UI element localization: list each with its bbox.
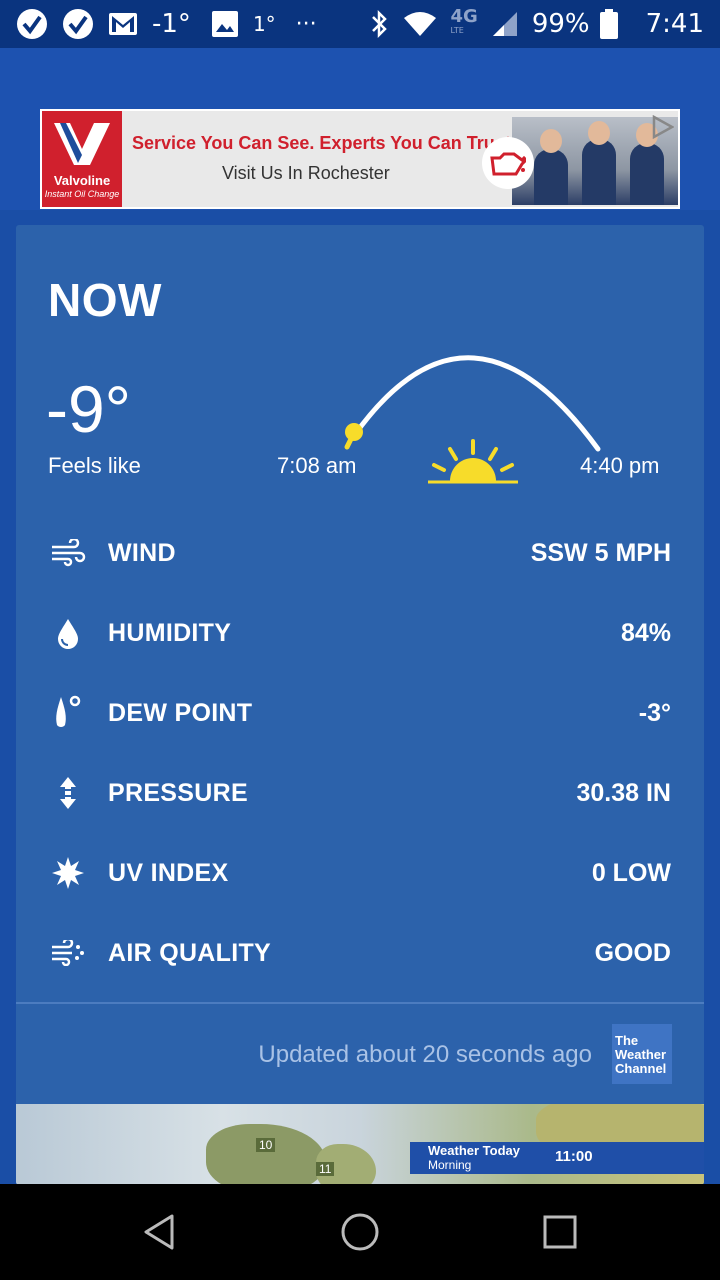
- air-quality-icon: [50, 935, 86, 971]
- check-circle-icon: [62, 8, 94, 40]
- sun-horizon-icon: [428, 439, 518, 484]
- humidity-drop-icon: [50, 615, 86, 651]
- detail-label: HUMIDITY: [108, 618, 232, 647]
- wind-icon: [50, 535, 86, 571]
- detail-label: PRESSURE: [108, 778, 248, 807]
- section-title: NOW: [48, 274, 162, 326]
- network-label: 4G: [450, 6, 478, 27]
- map-badge: 10: [256, 1138, 276, 1152]
- battery-percent: 99%: [531, 9, 590, 39]
- uv-sun-icon: [50, 855, 86, 891]
- home-icon[interactable]: [336, 1208, 384, 1256]
- map-badge: 11: [316, 1162, 335, 1176]
- detail-value: 0 LOW: [591, 858, 671, 887]
- detail-label: WIND: [108, 538, 176, 567]
- ad-brand-sub: Instant Oil Change: [44, 189, 120, 199]
- feels-like-label: Feels like: [48, 453, 141, 478]
- pressure-icon: [50, 775, 86, 811]
- detail-value: GOOD: [594, 938, 671, 967]
- status-temp-small: 1°: [252, 12, 276, 36]
- navigation-bar: [0, 1184, 720, 1280]
- status-left: -1° 1° ···: [16, 8, 337, 40]
- network-sublabel: LTE: [450, 26, 464, 35]
- ad-banner[interactable]: Valvoline Instant Oil Change Service You…: [40, 109, 680, 209]
- sunrise-time: 7:08 am: [277, 453, 357, 478]
- map-land: [206, 1124, 326, 1185]
- ad-headline: Service You Can See. Experts You Can Tru…: [132, 133, 516, 153]
- ad-choices-icon[interactable]: [650, 115, 674, 139]
- status-time: 7:41: [645, 9, 704, 39]
- sunset-time: 4:40 pm: [580, 453, 660, 478]
- divider: [16, 1002, 704, 1004]
- detail-label: UV INDEX: [108, 858, 229, 887]
- bluetooth-icon: [369, 9, 389, 39]
- details-list: WIND SSW 5 MPH HUMIDITY 84% DEW POINT -3…: [16, 513, 704, 993]
- detail-row-humidity: HUMIDITY 84%: [16, 593, 704, 673]
- more-notifications-icon: ···: [295, 11, 317, 37]
- cell-signal-icon: [492, 11, 518, 37]
- ad-person: [630, 143, 664, 205]
- detail-row-pressure: PRESSURE 30.38 IN: [16, 753, 704, 833]
- detail-value: -3°: [638, 698, 671, 727]
- valvoline-logo: Valvoline Instant Oil Change: [42, 111, 122, 207]
- detail-label: AIR QUALITY: [108, 938, 272, 967]
- ad-person-head: [588, 121, 610, 145]
- detail-value: SSW 5 MPH: [530, 538, 671, 567]
- logo-line: The: [615, 1033, 639, 1048]
- updated-timestamp: Updated about 20 seconds ago: [258, 1041, 592, 1068]
- detail-row-wind: WIND SSW 5 MPH: [16, 513, 704, 593]
- check-circle-icon: [16, 8, 48, 40]
- ad-brand: Valvoline: [53, 173, 111, 188]
- ad-person-head: [540, 129, 562, 153]
- detail-row-air-quality: AIR QUALITY GOOD: [16, 913, 704, 993]
- video-preview[interactable]: 10 11 Weather Today Morning 11:00: [16, 1104, 704, 1185]
- image-icon: [211, 10, 239, 38]
- ad-subline: Visit Us In Rochester: [222, 163, 390, 183]
- current-temperature: -9°: [46, 372, 132, 446]
- recent-apps-icon[interactable]: [536, 1208, 584, 1256]
- status-bar: -1° 1° ··· 4G LTE 99% 7:41: [0, 0, 720, 48]
- ad-person: [582, 139, 616, 205]
- status-temp: -1°: [152, 9, 191, 39]
- gmail-icon: [108, 12, 138, 36]
- detail-label: DEW POINT: [108, 698, 253, 727]
- detail-value: 84%: [620, 618, 671, 647]
- detail-value: 30.38 IN: [576, 778, 671, 807]
- valvoline-v-icon: [54, 123, 110, 165]
- video-caption-sub: Morning: [428, 1158, 472, 1172]
- detail-row-dew-point: DEW POINT -3°: [16, 673, 704, 753]
- wifi-icon: [403, 11, 437, 37]
- ad-person: [534, 149, 568, 205]
- status-right: 4G LTE 99% 7:41: [369, 6, 704, 39]
- video-caption-title: Weather Today: [428, 1143, 520, 1158]
- back-icon[interactable]: [136, 1208, 184, 1256]
- video-caption-time: 11:00: [555, 1148, 593, 1165]
- oil-can-icon: [482, 137, 534, 189]
- logo-line: Weather: [615, 1047, 667, 1062]
- network-type-icon: 4G LTE: [450, 6, 478, 38]
- battery-icon: [599, 9, 618, 39]
- dew-point-icon: [50, 695, 86, 731]
- detail-row-uv-index: UV INDEX 0 LOW: [16, 833, 704, 913]
- current-conditions-card: NOW -9° Feels like 7:08 am 4:40 pm WIND …: [16, 225, 704, 1185]
- weather-channel-logo[interactable]: The Weather Channel: [612, 1024, 672, 1084]
- video-caption: Weather Today Morning 11:00: [410, 1142, 704, 1174]
- logo-line: Channel: [615, 1061, 667, 1076]
